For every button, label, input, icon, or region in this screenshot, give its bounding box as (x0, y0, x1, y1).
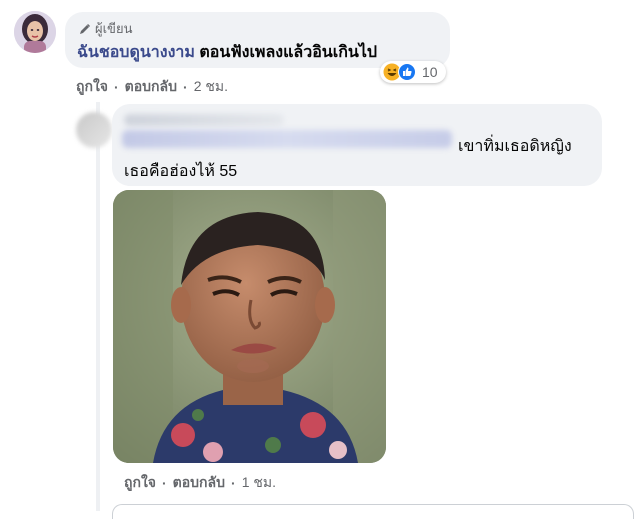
reply-avatar-blurred[interactable] (76, 112, 112, 148)
pencil-icon (80, 23, 91, 34)
reply-like-link[interactable]: ถูกใจ (124, 472, 156, 494)
author-avatar-image (14, 11, 56, 53)
comment-timestamp[interactable]: 2 ชม. (194, 76, 228, 98)
reply-text-line2: เธอคือฮ่องไห้ 55 (124, 163, 238, 180)
reply-mention-blurred[interactable] (122, 130, 452, 148)
comment-bubble: ผู้เขียน ฉันชอบดูนางงาม ตอนฟังเพลงแล้วอิ… (65, 12, 450, 68)
separator-dot: · (183, 79, 188, 95)
reply-reply-link[interactable]: ตอบกลับ (173, 472, 225, 494)
thread-line (96, 102, 100, 511)
comment-text: ฉันชอบดูนางงาม ตอนฟังเพลงแล้วอินเกินไป (77, 40, 377, 65)
comment-actions: ถูกใจ · ตอบกลับ · 2 ชม. (76, 76, 228, 98)
like-link[interactable]: ถูกใจ (76, 76, 108, 98)
author-badge-label: ผู้เขียน (95, 21, 133, 36)
reply-composer[interactable] (112, 504, 634, 519)
separator-dot: · (162, 475, 167, 491)
child-photo-image (113, 190, 386, 463)
reaction-count: 10 (422, 64, 438, 80)
reply-link[interactable]: ตอบกลับ (125, 76, 177, 98)
reply-actions: ถูกใจ · ตอบกลับ · 1 ชม. (124, 472, 276, 494)
reply-photo[interactable] (113, 190, 386, 463)
separator-dot: · (231, 475, 236, 491)
comment-highlight-text[interactable]: ฉันชอบดูนางงาม (77, 44, 195, 61)
separator-dot: · (114, 79, 119, 95)
author-avatar[interactable] (14, 11, 56, 53)
like-icon (398, 63, 416, 81)
reaction-summary[interactable]: 10 (380, 61, 446, 83)
reply-text-line1: เขาทิ่มเธอดิหญิง (458, 138, 572, 155)
author-badge: ผู้เขียน (79, 18, 132, 39)
reply-bubble: เขาทิ่มเธอดิหญิง เธอคือฮ่องไห้ 55 (112, 104, 602, 186)
reply-timestamp[interactable]: 1 ชม. (242, 472, 276, 494)
comment-rest-text: ตอนฟังเพลงแล้วอินเกินไป (194, 44, 378, 61)
reply-author-name-blurred[interactable] (124, 114, 284, 126)
